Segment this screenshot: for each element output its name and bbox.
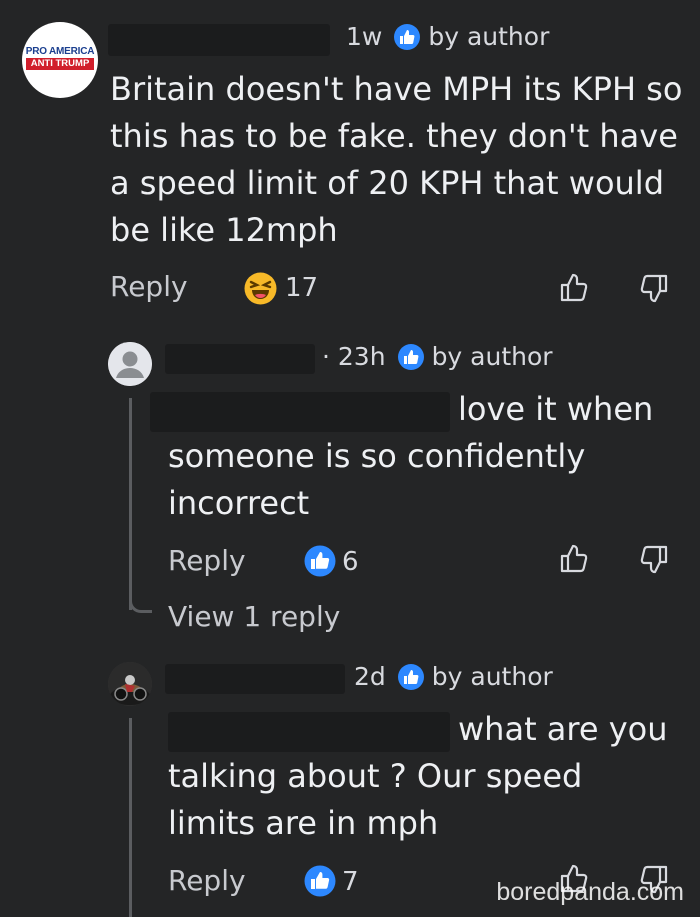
thumbs-up-icon[interactable] <box>560 272 588 302</box>
redacted-username <box>108 24 330 56</box>
watermark: boredpanda.com <box>496 878 684 906</box>
comment-body: Britain doesn't have MPH its KPH so this… <box>110 70 683 249</box>
comment-time: 1w <box>346 22 383 51</box>
reaction-count: 6 <box>342 547 359 577</box>
author-tag: by author <box>431 342 553 371</box>
author-tag: by author <box>428 22 550 51</box>
avatar-text-top: PRO AMERICA <box>25 46 95 57</box>
comment-meta: 2d by author <box>354 662 553 691</box>
redacted-mention <box>150 392 450 432</box>
like-reaction-icon <box>304 865 336 897</box>
comment-body-first-line: love it when <box>458 390 654 428</box>
thread-line <box>129 398 132 610</box>
comment-time: 2d <box>354 662 386 691</box>
laugh-reaction-icon <box>244 272 277 305</box>
reply-button[interactable]: Reply <box>168 544 246 577</box>
reply-button[interactable]: Reply <box>168 864 246 897</box>
like-reaction-icon <box>304 545 336 577</box>
comment-meta: · 23h by author <box>322 342 553 371</box>
comment-meta: 1w by author <box>346 22 549 51</box>
avatar-text-bottom: ANTI TRUMP <box>26 58 94 70</box>
reaction-count: 17 <box>285 273 319 303</box>
author-tag: by author <box>431 662 553 691</box>
commenter-avatar[interactable]: PRO AMERICA ANTI TRUMP <box>22 22 98 98</box>
comment-body-first-line: what are you <box>458 710 668 748</box>
redacted-username <box>165 664 345 694</box>
thumbs-up-icon[interactable] <box>560 543 588 573</box>
author-like-badge-icon <box>397 343 424 370</box>
thumbs-down-icon[interactable] <box>640 545 668 575</box>
comment-body: talking about ? Our speed limits are in … <box>168 757 583 842</box>
reply-button[interactable]: Reply <box>110 270 188 303</box>
redacted-username <box>165 344 315 374</box>
user-photo-avatar[interactable] <box>108 662 152 706</box>
thumbs-down-icon[interactable] <box>640 274 668 304</box>
comment-time: · 23h <box>322 342 386 371</box>
default-avatar-icon[interactable] <box>108 342 152 386</box>
author-like-badge-icon <box>394 23 421 50</box>
comment-body: someone is so confidently incorrect <box>168 437 586 522</box>
redacted-mention <box>168 712 450 752</box>
view-replies-link[interactable]: View 1 reply <box>168 600 340 633</box>
reaction-count: 7 <box>342 867 359 897</box>
author-like-badge-icon <box>397 663 424 690</box>
thread-line <box>129 718 132 917</box>
thread-curve <box>129 586 152 613</box>
